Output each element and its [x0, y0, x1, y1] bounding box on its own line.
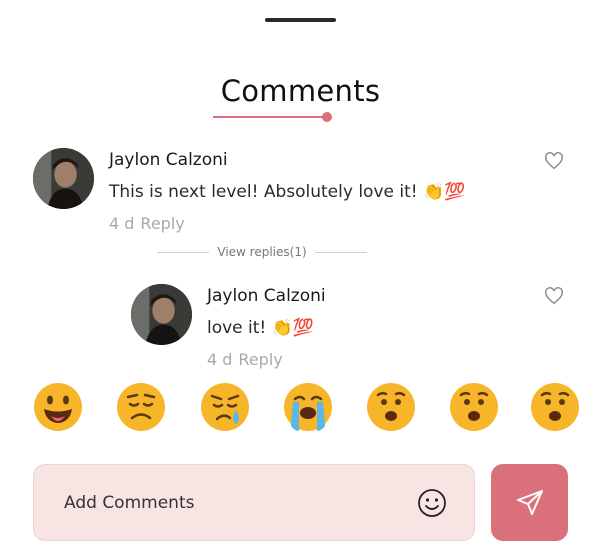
divider-line: [157, 251, 210, 253]
title-underline: [213, 116, 325, 118]
comment-meta: 4 d Reply: [109, 214, 191, 233]
title-underline-dot: [322, 112, 332, 122]
reply-author[interactable]: Jaylon Calzoni: [207, 286, 326, 306]
loudly-crying-emoji-icon[interactable]: [283, 382, 333, 432]
comment-text: This is next level! Absolutely love it! …: [109, 182, 466, 202]
comment-author[interactable]: Jaylon Calzoni: [109, 150, 228, 170]
avatar[interactable]: [131, 284, 192, 345]
reply-link[interactable]: Reply: [238, 350, 282, 369]
anguished-emoji-icon[interactable]: [530, 382, 580, 432]
sad-tear-emoji-icon[interactable]: [200, 382, 250, 432]
view-replies-link[interactable]: View replies(1): [209, 245, 314, 259]
heart-icon[interactable]: [544, 152, 564, 170]
comment-time: 4 d: [109, 214, 135, 233]
heart-icon[interactable]: [544, 287, 564, 305]
send-icon: [516, 489, 543, 515]
grinning-tongue-emoji-icon[interactable]: [33, 382, 83, 432]
anguished-emoji-icon[interactable]: [449, 382, 499, 432]
avatar[interactable]: [33, 148, 94, 209]
comment-composer: [33, 464, 475, 541]
comment-input[interactable]: [62, 487, 396, 519]
reply-meta: 4 d Reply: [207, 350, 289, 369]
drag-handle[interactable]: [265, 18, 336, 22]
smiley-icon[interactable]: [417, 488, 447, 518]
reply-time: 4 d: [207, 350, 233, 369]
send-button[interactable]: [491, 464, 568, 541]
anguished-emoji-icon[interactable]: [366, 382, 416, 432]
page-title: Comments: [220, 74, 381, 108]
emoji-reaction-bar: [33, 382, 583, 432]
view-replies-divider[interactable]: View replies(1): [157, 243, 368, 261]
worried-emoji-icon[interactable]: [116, 382, 166, 432]
reply-text: love it! 👏💯: [207, 318, 314, 338]
divider-line: [314, 251, 368, 253]
reply-link[interactable]: Reply: [140, 214, 184, 233]
